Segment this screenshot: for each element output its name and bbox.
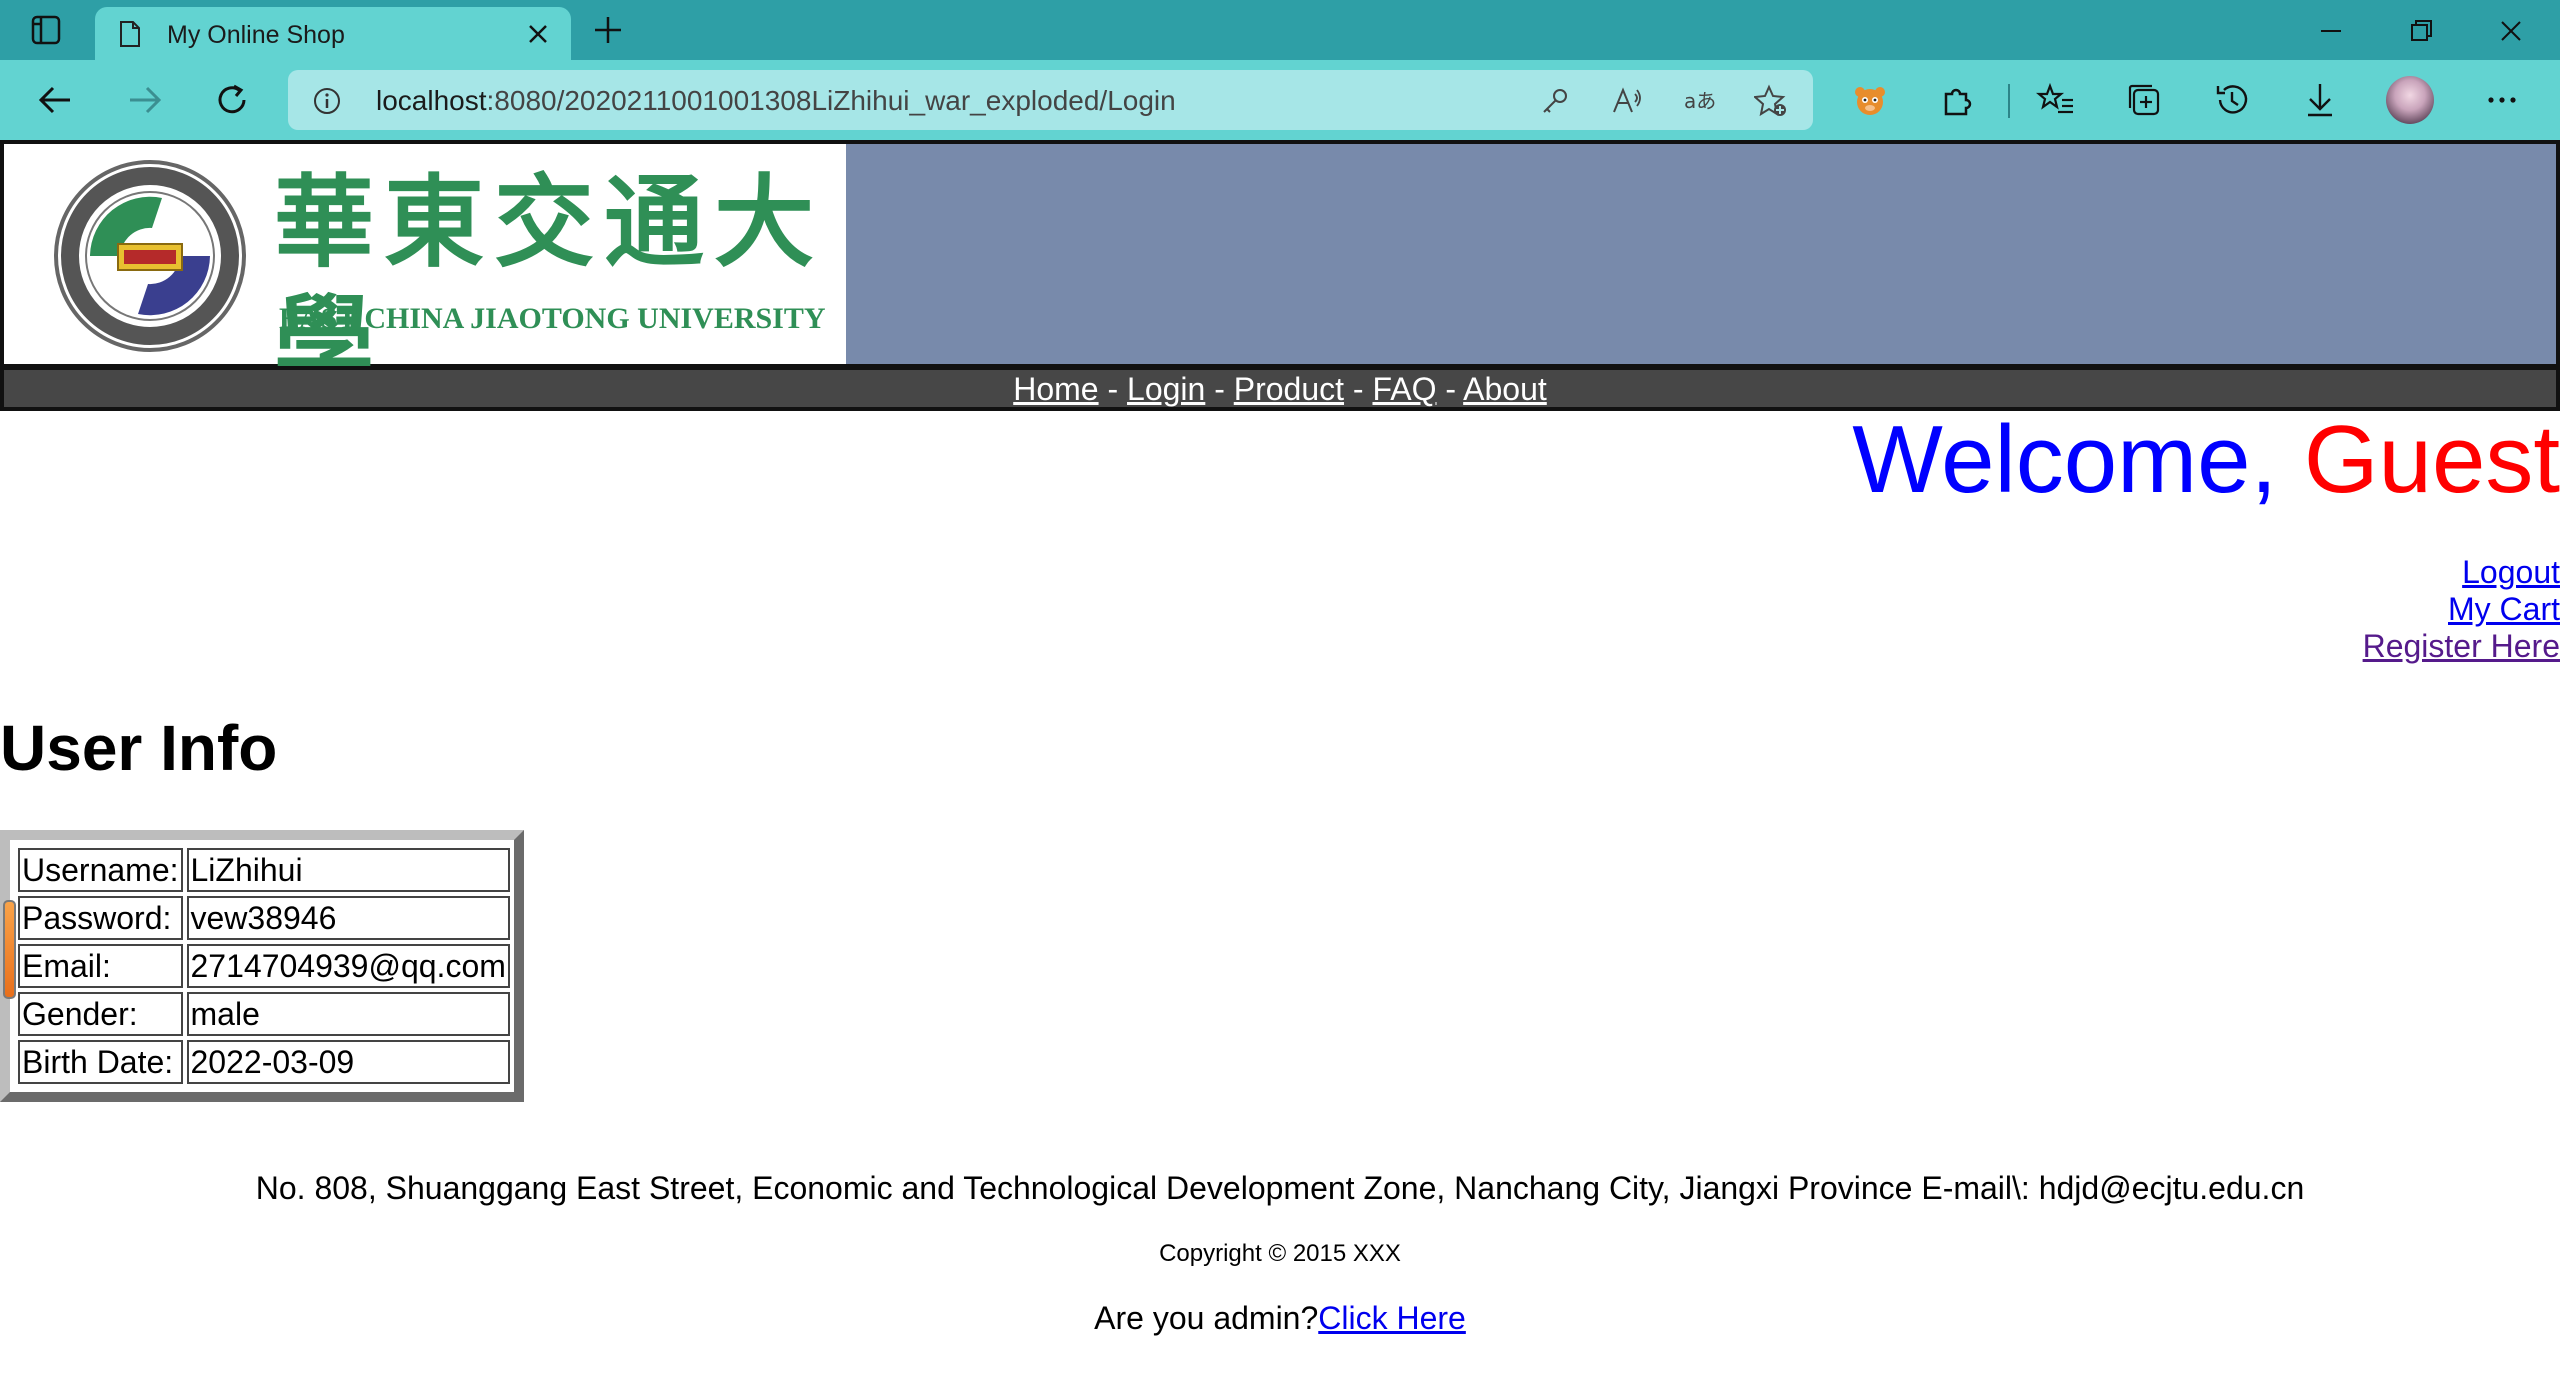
admin-click-here-link[interactable]: Click Here xyxy=(1318,1300,1466,1336)
new-tab-icon[interactable] xyxy=(590,12,626,48)
browser-tab[interactable]: My Online Shop xyxy=(95,7,571,60)
welcome-user-name: Guest xyxy=(2303,406,2560,513)
register-link[interactable]: Register Here xyxy=(2363,628,2560,665)
page-icon xyxy=(120,21,140,47)
close-window-icon[interactable] xyxy=(2494,14,2528,48)
history-icon[interactable] xyxy=(2212,80,2252,120)
account-links: Logout My Cart Register Here xyxy=(2363,554,2560,665)
field-value: 2714704939@qq.com xyxy=(186,944,510,988)
collections-icon[interactable] xyxy=(2124,80,2164,120)
field-value: male xyxy=(186,992,510,1036)
university-name-english: EAST CHINA JIAOTONG UNIVERSITY xyxy=(279,302,826,335)
url-rest: :8080/202021100100130​8LiZhihui_war_expl… xyxy=(486,85,1176,116)
university-logo: 華東交通大學 EAST CHINA JIAOTONG UNIVERSITY xyxy=(4,144,846,401)
refresh-icon[interactable] xyxy=(212,80,252,120)
field-label: Username: xyxy=(18,848,183,892)
table-row: Birth Date: 2022-03-09 xyxy=(18,1040,510,1084)
my-cart-link[interactable]: My Cart xyxy=(2363,591,2560,628)
table-row: Password: vew38946 xyxy=(18,896,510,940)
admin-question: Are you admin? xyxy=(1094,1300,1319,1336)
table-row: Email: 2714704939@qq.com xyxy=(18,944,510,988)
footer-address: No. 808, Shuanggang East Street, Economi… xyxy=(255,1170,2305,1206)
nav-separator: - xyxy=(1436,371,1464,407)
field-label: Gender: xyxy=(18,992,183,1036)
field-value: 2022-03-09 xyxy=(186,1040,510,1084)
table-row: Gender: male xyxy=(18,992,510,1036)
read-aloud-icon[interactable] xyxy=(1610,84,1644,118)
site-info-icon[interactable] xyxy=(312,86,342,116)
svg-text:aあ: aあ xyxy=(1684,89,1716,113)
url-host: localhost xyxy=(376,85,487,116)
toolbar-separator xyxy=(2008,84,2010,118)
university-seal-icon xyxy=(54,160,246,352)
extension-tampermonkey-icon[interactable] xyxy=(1850,80,1890,120)
admin-prompt: Are you admin?Click Here xyxy=(0,1300,2560,1337)
user-info-heading: User Info xyxy=(0,712,278,784)
close-tab-icon[interactable] xyxy=(523,19,553,49)
nav-separator: - xyxy=(1098,371,1128,407)
user-info-table: Username: LiZhihui Password: vew38946 Em… xyxy=(0,830,524,1102)
add-favorite-icon[interactable] xyxy=(1754,84,1788,118)
nav-faq-link[interactable]: FAQ xyxy=(1372,371,1436,407)
welcome-text: Welcome, xyxy=(1852,406,2304,513)
extensions-icon[interactable] xyxy=(1938,80,1978,120)
nav-product-link[interactable]: Product xyxy=(1234,371,1344,407)
field-label: Password: xyxy=(18,896,183,940)
key-icon[interactable] xyxy=(1538,84,1572,118)
back-icon[interactable] xyxy=(36,80,76,120)
address-bar[interactable]: localhost:8080/202021100100130​8LiZhihui… xyxy=(288,70,1813,130)
scroll-indicator[interactable] xyxy=(3,900,16,999)
downloads-icon[interactable] xyxy=(2300,80,2340,120)
favorites-icon[interactable] xyxy=(2036,80,2076,120)
translate-icon[interactable]: aあ xyxy=(1682,84,1716,118)
field-label: Birth Date: xyxy=(18,1040,183,1084)
nav-separator: - xyxy=(1205,371,1234,407)
tab-title: My Online Shop xyxy=(167,21,345,49)
nav-home-link[interactable]: Home xyxy=(1013,371,1098,407)
browser-tab-bar: My Online Shop xyxy=(0,0,2560,60)
nav-login-link[interactable]: Login xyxy=(1127,371,1205,407)
table-row: Username: LiZhihui xyxy=(18,848,510,892)
field-label: Email: xyxy=(18,944,183,988)
browser-toolbar: localhost:8080/202021100100130​8LiZhihui… xyxy=(0,60,2560,140)
forward-icon[interactable] xyxy=(124,80,164,120)
logout-link[interactable]: Logout xyxy=(2363,554,2560,591)
url-text[interactable]: localhost:8080/202021100100130​8LiZhihui… xyxy=(376,85,1176,117)
nav-about-link[interactable]: About xyxy=(1463,371,1547,407)
field-value: LiZhihui xyxy=(186,848,510,892)
profile-avatar[interactable] xyxy=(2386,76,2434,124)
field-value: vew38946 xyxy=(186,896,510,940)
minimize-icon[interactable] xyxy=(2314,14,2348,48)
more-menu-icon[interactable] xyxy=(2482,80,2522,120)
restore-icon[interactable] xyxy=(2404,14,2438,48)
footer-copyright: Copyright © 2015 XXX xyxy=(1159,1240,1401,1267)
site-banner: 華東交通大學 EAST CHINA JIAOTONG UNIVERSITY xyxy=(0,140,2560,401)
welcome-heading: Welcome, Guest xyxy=(1852,405,2560,515)
nav-separator: - xyxy=(1344,371,1373,407)
tab-actions-icon[interactable] xyxy=(28,12,64,48)
